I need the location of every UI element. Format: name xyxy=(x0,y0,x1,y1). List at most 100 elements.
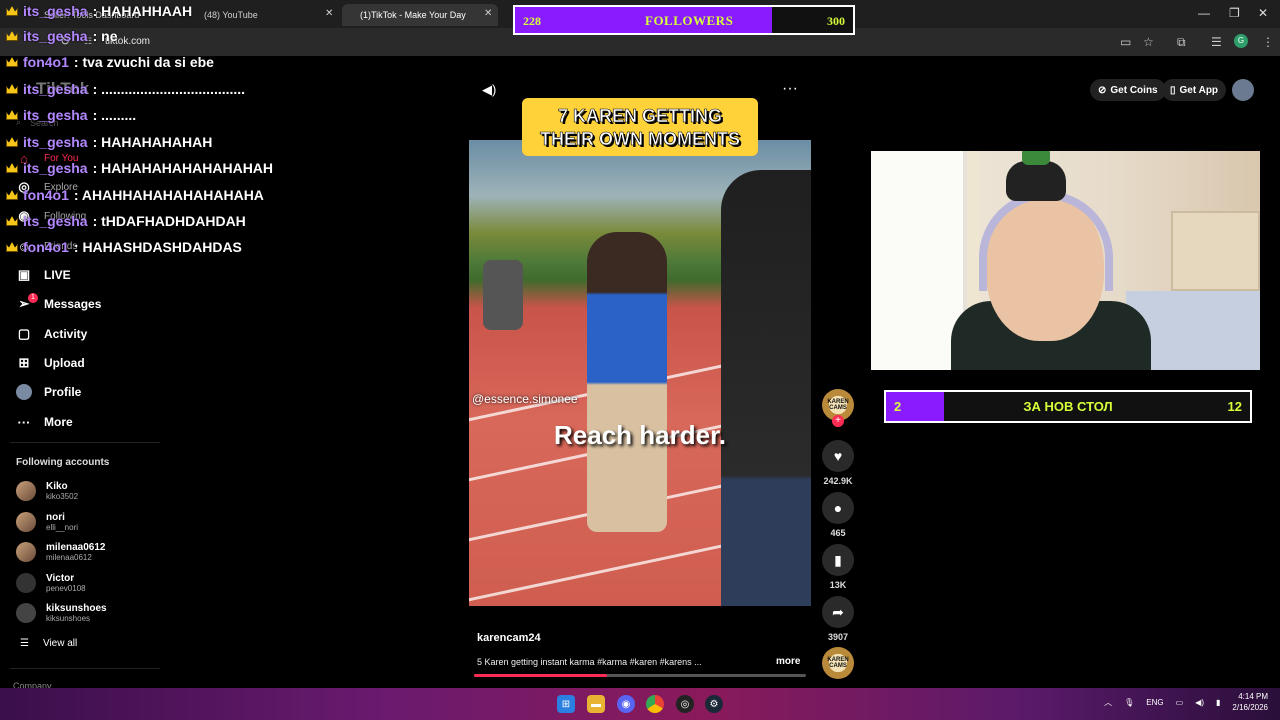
followers-label: FOLLOWERS xyxy=(645,13,734,28)
nav-activity[interactable]: ▢ Activity xyxy=(16,324,88,344)
coin-icon: ⊘ xyxy=(1098,84,1107,96)
battery-icon[interactable]: ▮ xyxy=(1216,698,1220,707)
live-icon: ▣ xyxy=(17,267,31,282)
crown-badge-icon xyxy=(6,57,18,67)
minimize-icon[interactable]: — xyxy=(1198,6,1210,20)
browser-menu-icon[interactable]: ⋮ xyxy=(1262,35,1274,49)
close-window-icon[interactable]: ✕ xyxy=(1258,6,1268,20)
close-tab-icon[interactable]: ✕ xyxy=(484,8,492,19)
messages-badge: 1 xyxy=(28,293,38,303)
windows-taskbar xyxy=(0,688,1280,720)
crown-badge-icon xyxy=(6,6,18,16)
chat-message: fon4o1: tva zvuchi da si ebe xyxy=(6,51,214,73)
account-item[interactable]: nori elli__nori xyxy=(16,509,78,535)
account-item[interactable]: Victor penev0108 xyxy=(16,570,86,596)
follow-plus-icon[interactable]: + xyxy=(832,415,844,427)
upload-icon: ⊞ xyxy=(18,355,30,370)
music-disc-button[interactable]: KAREN CAMS xyxy=(822,647,854,679)
chevron-up-icon[interactable]: ︿ xyxy=(1104,697,1112,708)
get-coins-button[interactable]: ⊘ Get Coins xyxy=(1090,79,1166,101)
user-avatar[interactable] xyxy=(1232,79,1254,101)
chat-message: its_gesha: HAHAHHAAH xyxy=(6,0,192,22)
donation-goal-bar: 2 ЗА НОВ СТОЛ 12 xyxy=(884,390,1252,423)
nav-live[interactable]: ▣ LIVE xyxy=(16,265,71,285)
close-tab-icon[interactable]: ✕ xyxy=(325,8,333,19)
video-player[interactable] xyxy=(469,140,811,606)
heart-icon: ♥ xyxy=(822,440,854,472)
video-description: 5 Karen getting instant karma #karma #ka… xyxy=(477,657,702,667)
chat-message: its_gesha: .............................… xyxy=(6,78,245,100)
network-icon[interactable]: ▭ xyxy=(1176,698,1184,707)
video-progress-fill xyxy=(474,674,607,677)
followers-goal-fill xyxy=(515,7,772,33)
nav-upload[interactable]: ⊞ Upload xyxy=(16,353,85,373)
divider xyxy=(10,668,160,669)
comment-count: 465 xyxy=(830,528,846,538)
webcam-shelf xyxy=(1171,211,1260,291)
account-item[interactable]: Kiko kiko3502 xyxy=(16,478,78,504)
video-watermark: @essence.simonee xyxy=(472,392,578,406)
windows-start-icon[interactable]: ⊞ xyxy=(557,695,575,713)
video-username[interactable]: karencam24 xyxy=(477,632,541,644)
cast-icon[interactable]: ▭ xyxy=(1120,35,1131,49)
account-item[interactable]: kiksunshoes kiksunshoes xyxy=(16,600,107,626)
share-button[interactable]: ➦ 3907 xyxy=(822,596,854,642)
avatar xyxy=(16,573,36,593)
sound-icon[interactable]: ◀) xyxy=(482,82,496,98)
get-app-button[interactable]: ▯ Get App xyxy=(1162,79,1227,101)
profile-avatar-icon[interactable]: G xyxy=(1234,34,1248,48)
system-tray: ︿ 🎙︎ ENG ▭ ◀) ▮ 4:14 PM 2/16/2026 xyxy=(1104,691,1268,713)
crown-badge-icon xyxy=(6,110,18,120)
like-button[interactable]: ♥ 242.9K xyxy=(822,440,854,486)
view-all-button[interactable]: ☰ View all xyxy=(20,638,77,649)
steam-icon[interactable]: ⚙ xyxy=(705,695,723,713)
more-icon: ··· xyxy=(17,414,31,430)
webcam-feed xyxy=(871,151,1260,370)
following-accounts-title: Following accounts xyxy=(16,457,110,468)
crown-badge-icon xyxy=(6,216,18,226)
chat-message: its_gesha: HAHAHAHAHAH xyxy=(6,131,212,153)
comment-button[interactable]: ● 465 xyxy=(822,492,854,538)
clock[interactable]: 4:14 PM 2/16/2026 xyxy=(1232,691,1268,713)
donation-goal-label: ЗА НОВ СТОЛ xyxy=(1023,399,1113,414)
chat-message: fon4o1: AHAHHAHAHAHAHAHAHA xyxy=(6,184,264,206)
video-man-figure xyxy=(721,170,811,606)
reading-list-icon[interactable]: ☰ xyxy=(1211,35,1222,49)
chat-message: its_gesha: HAHAHAHAHAHAHAHAH xyxy=(6,157,273,179)
video-woman-figure xyxy=(587,232,667,532)
share-icon: ➦ xyxy=(822,596,854,628)
microphone-icon[interactable]: 🎙︎ xyxy=(1124,698,1134,707)
video-caption: Reach harder. xyxy=(554,420,726,450)
followers-current: 228 xyxy=(523,14,541,28)
language-indicator[interactable]: ENG xyxy=(1146,698,1163,707)
chrome-icon[interactable] xyxy=(646,695,664,713)
save-button[interactable]: ▮ 13K xyxy=(822,544,854,590)
crown-badge-icon xyxy=(6,84,18,94)
donation-goal-target: 12 xyxy=(1227,399,1242,414)
video-progress-bar[interactable] xyxy=(474,674,806,677)
crown-badge-icon xyxy=(6,242,18,252)
more-options-icon[interactable]: ··· xyxy=(782,80,798,98)
tab-youtube[interactable]: (48) YouTube xyxy=(196,4,336,26)
account-item[interactable]: milenaa0612 milenaa0612 xyxy=(16,539,106,565)
discord-icon[interactable]: ◉ xyxy=(617,695,635,713)
crown-badge-icon xyxy=(6,190,18,200)
obs-icon[interactable]: ◎ xyxy=(676,695,694,713)
video-background-figure xyxy=(483,260,523,330)
music-disc-avatar: KAREN CAMS xyxy=(822,647,854,679)
extensions-icon[interactable]: ⧉ xyxy=(1177,35,1186,50)
bookmark-star-icon[interactable]: ☆ xyxy=(1143,35,1154,49)
nav-profile[interactable]: Profile xyxy=(16,382,81,402)
nav-more[interactable]: ··· More xyxy=(16,412,73,432)
activity-icon: ▢ xyxy=(17,326,31,341)
file-explorer-icon[interactable]: ▬ xyxy=(587,695,605,713)
volume-icon[interactable]: ◀) xyxy=(1195,698,1204,707)
restore-icon[interactable]: ❐ xyxy=(1229,6,1240,20)
followers-goal-bar: 228 FOLLOWERS 300 xyxy=(513,5,855,35)
creator-avatar-button[interactable]: KAREN CAMS + xyxy=(822,389,854,427)
chat-message: fon4o1: HAHASHDASHDAHDAS xyxy=(6,236,242,258)
avatar xyxy=(16,481,36,501)
tab-tiktok[interactable]: (1)TikTok - Make Your Day xyxy=(342,4,498,26)
description-more-button[interactable]: more xyxy=(776,656,800,667)
chat-message: its_gesha: ......... xyxy=(6,104,136,126)
